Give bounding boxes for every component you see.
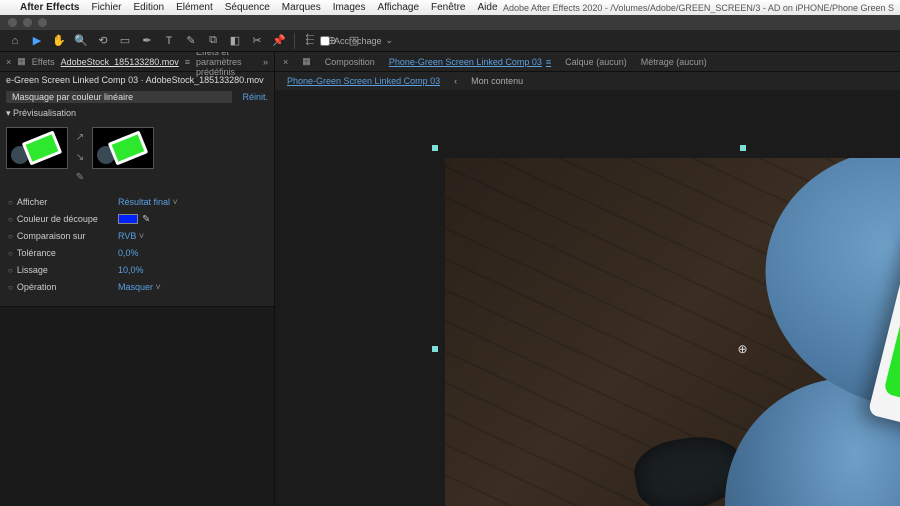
snap-checkbox[interactable]	[320, 36, 330, 46]
prop-name: Comparaison sur	[8, 231, 118, 241]
prop-lissage: Lissage 10,0%	[8, 263, 266, 277]
fx-tab-menu-icon[interactable]: ≡	[185, 57, 190, 67]
panel-close-icon[interactable]: ×	[283, 57, 288, 67]
menu-display[interactable]: Affichage	[378, 2, 420, 13]
prop-tolerance: Tolérance 0,0%	[8, 246, 266, 260]
roto-tool-icon[interactable]: ✂	[248, 32, 266, 50]
comp-tab-layer[interactable]: Calque (aucun)	[565, 57, 627, 67]
prop-value-dropdown[interactable]: Masquer	[118, 282, 161, 292]
effect-name[interactable]: Masquage par couleur linéaire	[6, 91, 232, 103]
prop-operation: Opération Masquer	[8, 280, 266, 294]
prop-value-dropdown[interactable]: Résultat final	[118, 197, 178, 207]
snapping-toggle[interactable]: Accrochage ⌄	[320, 35, 393, 46]
rect-tool-icon[interactable]: ▭	[116, 32, 134, 50]
orbit-tool-icon[interactable]: ⟲	[94, 32, 112, 50]
window-title: Adobe After Effects 2020 - /Volumes/Adob…	[503, 0, 894, 15]
menu-marks[interactable]: Marques	[282, 2, 321, 13]
fx-icon: ▦	[17, 56, 26, 67]
eyedropper-icon[interactable]: ✎	[142, 214, 150, 225]
preview-label-text: Prévisualisation	[13, 108, 76, 118]
menu-images[interactable]: Images	[333, 2, 366, 13]
axis-local-icon[interactable]: ⬱	[301, 32, 319, 50]
handle-top-left[interactable]	[432, 145, 438, 151]
zoom-icon[interactable]	[38, 18, 47, 27]
thumb-source[interactable]	[6, 127, 68, 169]
prop-name: Lissage	[8, 265, 118, 275]
breadcrumb-back-icon[interactable]: ‹	[454, 76, 457, 86]
close-icon[interactable]	[8, 18, 17, 27]
breadcrumb-current[interactable]: Phone-Green Screen Linked Comp 03	[287, 76, 440, 86]
menu-edit[interactable]: Edition	[133, 2, 164, 13]
effects-comp-line: e-Green Screen Linked Comp 03 · AdobeSto…	[0, 72, 274, 88]
color-swatch[interactable]	[118, 214, 138, 224]
menu-window[interactable]: Fenêtre	[431, 2, 465, 13]
layer-bounding-box[interactable]: ⊕	[435, 148, 900, 506]
prop-value[interactable]: 10,0%	[118, 265, 144, 275]
prop-afficher: Afficher Résultat final	[8, 195, 266, 209]
composition-viewer[interactable]: ⊕	[275, 90, 900, 506]
menu-help[interactable]: Aide	[477, 2, 497, 13]
breadcrumb-item[interactable]: Mon contenu	[471, 76, 523, 86]
pen-tool-icon[interactable]: ✒	[138, 32, 156, 50]
zoom-tool-icon[interactable]: 🔍	[72, 32, 90, 50]
panel-empty-area	[0, 306, 274, 506]
effects-panel-tabs: × ▦ Effets AdobeStock_185133280.mov ≡ Ef…	[0, 52, 274, 72]
menu-file[interactable]: Fichier	[91, 2, 121, 13]
panel-menu-icon[interactable]: »	[263, 57, 268, 67]
menu-element[interactable]: Elément	[176, 2, 213, 13]
comp-icon: ▦	[302, 56, 311, 67]
handle-top-mid[interactable]	[740, 145, 746, 151]
eyedropper-icon[interactable]: ✎	[74, 171, 86, 183]
fx-tab-name[interactable]: AdobeStock_185133280.mov	[61, 57, 179, 67]
prop-comparaison: Comparaison sur RVB	[8, 229, 266, 243]
puppet-tool-icon[interactable]: 📌	[270, 32, 288, 50]
type-tool-icon[interactable]: T	[160, 32, 178, 50]
eraser-tool-icon[interactable]: ◧	[226, 32, 244, 50]
window-chrome	[0, 15, 900, 30]
snap-options-icon[interactable]: ⌄	[386, 35, 394, 46]
prop-couleur: Couleur de découpe ✎	[8, 212, 266, 226]
hand-tool-icon[interactable]: ✋	[50, 32, 68, 50]
prop-value-dropdown[interactable]: RVB	[118, 231, 144, 241]
swap-icon[interactable]: ↗	[74, 131, 86, 143]
comp-tab-name: Phone-Green Screen Linked Comp 03	[389, 57, 542, 67]
fx-tab-prefix: Effets	[32, 57, 55, 67]
comp-panel-tabs: × ▦ Composition Phone-Green Screen Linke…	[275, 52, 900, 72]
prop-name: Couleur de découpe	[8, 214, 118, 224]
anchor-point-icon[interactable]: ⊕	[736, 342, 750, 356]
handle-mid-left[interactable]	[432, 346, 438, 352]
reset-button[interactable]: Réinit.	[242, 92, 268, 102]
toolbar: ⌂ ▶ ✋ 🔍 ⟲ ▭ ✒ T ✎ ⧉ ◧ ✂ 📌 ⬱ ⊕ ◳ Accrocha…	[0, 30, 900, 52]
prop-name: Opération	[8, 282, 118, 292]
link-icon[interactable]: ↘	[74, 151, 86, 163]
comp-tab-prefix: Composition	[325, 57, 375, 67]
composition-panel: × ▦ Composition Phone-Green Screen Linke…	[275, 52, 900, 506]
selection-tool-icon[interactable]: ▶	[28, 32, 46, 50]
minimize-icon[interactable]	[23, 18, 32, 27]
snap-label: Accrochage	[334, 36, 382, 46]
comp-breadcrumb: Phone-Green Screen Linked Comp 03 ‹ Mon …	[275, 72, 900, 90]
prop-value[interactable]: 0,0%	[118, 248, 139, 258]
clone-tool-icon[interactable]: ⧉	[204, 32, 222, 50]
comp-tab-footage[interactable]: Métrage (aucun)	[641, 57, 707, 67]
home-icon[interactable]: ⌂	[6, 32, 24, 50]
preview-label: ▾ Prévisualisation	[0, 106, 274, 121]
effect-properties: Afficher Résultat final Couleur de décou…	[0, 189, 274, 300]
toolbar-separator	[294, 33, 295, 49]
menu-sequence[interactable]: Séquence	[225, 2, 270, 13]
panel-close-icon[interactable]: ×	[6, 57, 11, 67]
prop-name: Afficher	[8, 197, 118, 207]
brush-tool-icon[interactable]: ✎	[182, 32, 200, 50]
app-menu[interactable]: After Effects	[20, 2, 79, 13]
prop-name: Tolérance	[8, 248, 118, 258]
effects-panel: × ▦ Effets AdobeStock_185133280.mov ≡ Ef…	[0, 52, 275, 506]
comp-tab-active[interactable]: Phone-Green Screen Linked Comp 03 ≡	[389, 57, 551, 67]
thumb-result[interactable]	[92, 127, 154, 169]
preview-thumbnails: ↗ ↘ ✎	[0, 121, 274, 189]
